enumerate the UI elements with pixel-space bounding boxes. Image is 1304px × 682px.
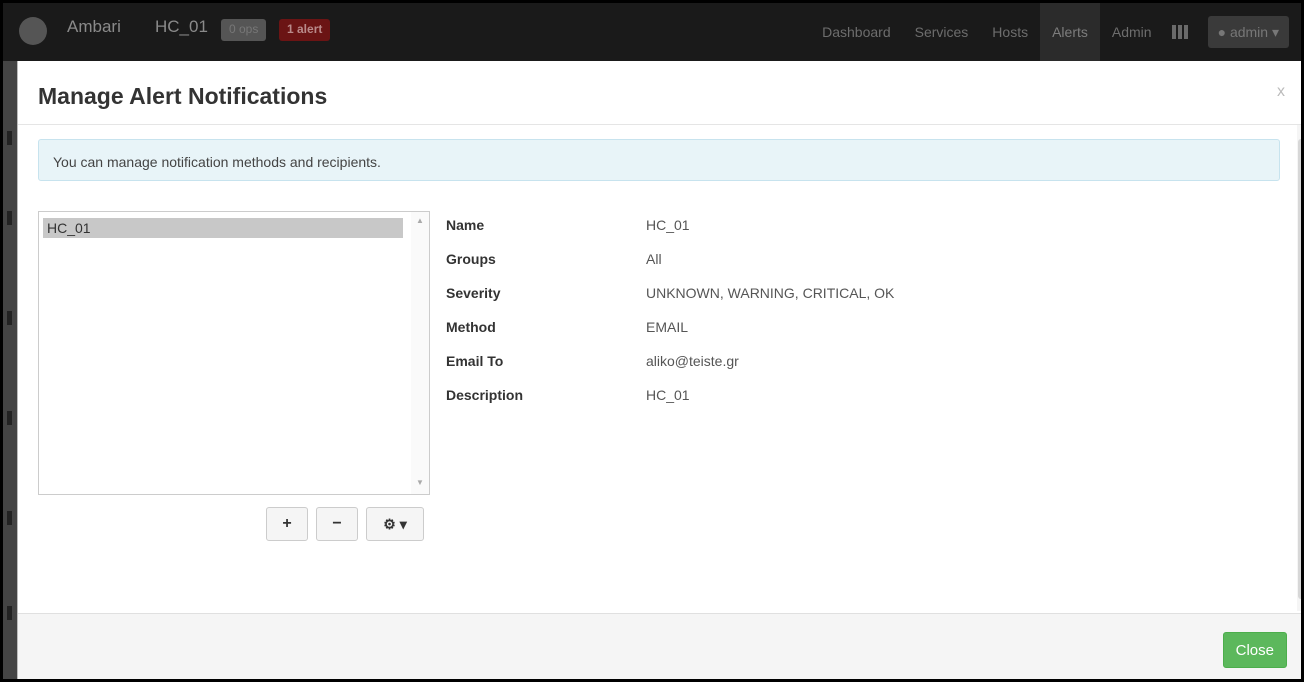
top-navbar: Ambari HC_01 0 ops 1 alert Dashboard Ser… — [3, 3, 1301, 61]
modal-header: Manage Alert Notifications x — [18, 61, 1301, 125]
detail-value: All — [646, 251, 662, 267]
detail-value: aliko@teiste.gr — [646, 353, 739, 369]
alert-badge[interactable]: 1 alert — [279, 19, 331, 41]
background-marker — [7, 131, 12, 145]
modal-scrollbar-thumb[interactable] — [1298, 139, 1301, 599]
detail-value: EMAIL — [646, 319, 689, 335]
detail-label: Name — [446, 217, 485, 233]
nav-admin[interactable]: Admin — [1100, 3, 1164, 61]
modal-scrollbar[interactable] — [1297, 125, 1301, 611]
list-scrollbar[interactable]: ▲ ▼ — [411, 212, 429, 494]
detail-label: Severity — [446, 285, 501, 301]
notification-list[interactable]: HC_01 ▲ ▼ — [38, 211, 430, 495]
close-button[interactable]: Close — [1222, 632, 1287, 668]
nav-services[interactable]: Services — [903, 3, 981, 61]
nav-alerts[interactable]: Alerts — [1040, 3, 1100, 61]
scroll-up-icon[interactable]: ▲ — [416, 216, 424, 225]
manage-alert-notifications-modal: Manage Alert Notifications x You can man… — [17, 61, 1301, 679]
background-marker — [7, 606, 12, 620]
user-menu-button[interactable]: ● admin ▾ — [1207, 16, 1289, 48]
nav-dashboard[interactable]: Dashboard — [810, 3, 903, 61]
user-label: admin — [1229, 24, 1269, 40]
detail-label: Groups — [446, 251, 496, 267]
background-marker — [7, 311, 12, 325]
detail-label: Description — [446, 387, 524, 403]
list-item[interactable]: HC_01 — [43, 218, 403, 238]
info-alert: You can manage notification methods and … — [38, 139, 1280, 181]
background-page-strip — [3, 61, 17, 679]
modal-footer: Close — [18, 613, 1301, 679]
brand-name[interactable]: Ambari — [67, 17, 121, 37]
remove-notification-button[interactable]: − — [316, 507, 358, 541]
user-icon: ● — [1217, 24, 1230, 40]
background-marker — [7, 511, 12, 525]
background-marker — [7, 211, 12, 225]
scroll-down-icon[interactable]: ▼ — [416, 478, 424, 487]
detail-value: HC_01 — [646, 387, 690, 403]
views-grid-icon[interactable] — [1171, 25, 1188, 39]
screen-frame: Ambari HC_01 0 ops 1 alert Dashboard Ser… — [0, 0, 1304, 682]
detail-value: HC_01 — [646, 217, 690, 233]
ambari-logo-icon — [19, 17, 47, 45]
detail-label: Method — [446, 319, 496, 335]
add-notification-button[interactable]: + — [266, 507, 308, 541]
nav-menu: Dashboard Services Hosts Alerts Admin ● … — [810, 3, 1301, 61]
detail-value: UNKNOWN, WARNING, CRITICAL, OK — [646, 285, 895, 301]
detail-label: Email To — [446, 353, 504, 369]
close-icon[interactable]: x — [1277, 83, 1285, 101]
caret-down-icon: ▾ — [1268, 24, 1279, 40]
ops-badge[interactable]: 0 ops — [221, 19, 267, 41]
nav-hosts[interactable]: Hosts — [980, 3, 1040, 61]
modal-title: Manage Alert Notifications — [38, 83, 328, 109]
list-action-buttons: + − ⚙ ▾ — [266, 507, 424, 541]
background-marker — [7, 411, 12, 425]
gear-dropdown-button[interactable]: ⚙ ▾ — [366, 507, 424, 541]
cluster-name[interactable]: HC_01 — [155, 17, 208, 37]
